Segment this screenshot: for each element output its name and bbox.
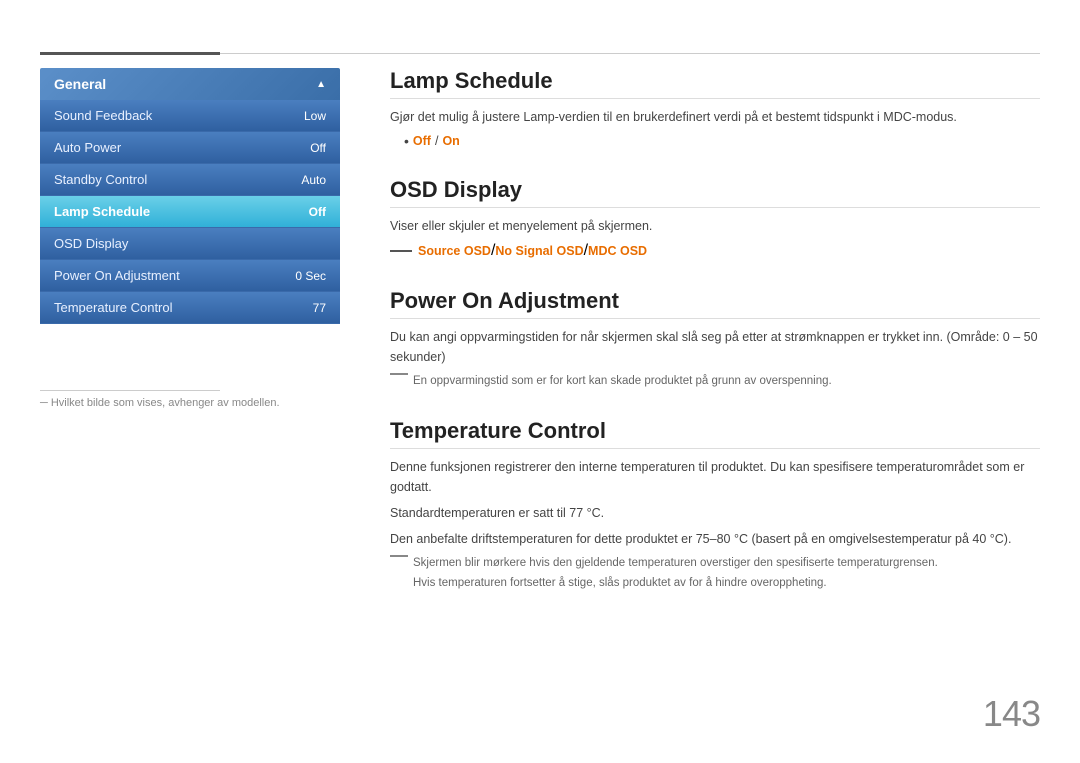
power-on-note: En oppvarmingstid som er for kort kan sk… xyxy=(390,373,1040,390)
sidebar-title-arrow: ▲ xyxy=(316,79,326,90)
top-lines xyxy=(40,52,1040,55)
link-no-signal-osd: No Signal OSD xyxy=(495,244,583,258)
menu-item-temperature-control[interactable]: Temperature Control 77 xyxy=(40,292,340,324)
link-mdc-osd: MDC OSD xyxy=(588,244,647,258)
menu-item-value: Off xyxy=(309,205,326,219)
sidebar-note: ─ Hvilket bilde som vises, avhenger av m… xyxy=(40,390,280,409)
bullet-dot: • xyxy=(404,133,409,149)
sidebar: General ▲ Sound Feedback Low Auto Power … xyxy=(40,68,340,324)
menu-item-lamp-schedule[interactable]: Lamp Schedule Off xyxy=(40,196,340,228)
sidebar-note-divider xyxy=(40,390,220,391)
temperature-control-desc2: Standardtemperaturen er satt til 77 °C. xyxy=(390,503,1040,523)
menu-item-value: Auto xyxy=(301,173,326,187)
link-on: On xyxy=(442,134,459,148)
top-line-dark xyxy=(40,52,220,55)
note-line-prefix xyxy=(390,373,408,375)
menu-item-label: Sound Feedback xyxy=(54,108,152,123)
osd-display-title: OSD Display xyxy=(390,177,1040,208)
menu-item-label: Temperature Control xyxy=(54,300,173,315)
section-power-on-adjustment: Power On Adjustment Du kan angi oppvarmi… xyxy=(390,288,1040,390)
menu-item-value: 77 xyxy=(313,301,326,315)
page-number: 143 xyxy=(983,693,1040,735)
menu-item-sound-feedback[interactable]: Sound Feedback Low xyxy=(40,100,340,132)
temperature-control-desc1: Denne funksjonen registrerer den interne… xyxy=(390,457,1040,497)
temperature-note2-text: Hvis temperaturen fortsetter å stige, sl… xyxy=(413,575,827,592)
menu-item-value: Off xyxy=(310,141,326,155)
note-line-prefix1 xyxy=(390,555,408,557)
menu-item-value: Low xyxy=(304,109,326,123)
osd-display-desc: Viser eller skjuler et menyelement på sk… xyxy=(390,216,1040,236)
temperature-note1-text: Skjermen blir mørkere hvis den gjeldende… xyxy=(413,555,938,572)
power-on-adjustment-desc: Du kan angi oppvarmingstiden for når skj… xyxy=(390,327,1040,367)
sidebar-note-text: ─ Hvilket bilde som vises, avhenger av m… xyxy=(40,397,280,409)
power-on-adjustment-title: Power On Adjustment xyxy=(390,288,1040,319)
menu-item-power-on-adjustment[interactable]: Power On Adjustment 0 Sec xyxy=(40,260,340,292)
temperature-control-title: Temperature Control xyxy=(390,418,1040,449)
menu-item-label: Auto Power xyxy=(54,140,121,155)
temperature-note2: Hvis temperaturen fortsetter å stige, sl… xyxy=(390,575,1040,592)
sidebar-title: General ▲ xyxy=(40,68,340,100)
menu-item-label: Lamp Schedule xyxy=(54,204,150,219)
menu-item-label: Power On Adjustment xyxy=(54,268,180,283)
section-osd-display: OSD Display Viser eller skjuler et menye… xyxy=(390,177,1040,260)
temperature-control-desc3: Den anbefalte driftstemperaturen for det… xyxy=(390,529,1040,549)
lamp-schedule-desc: Gjør det mulig å justere Lamp-verdien ti… xyxy=(390,107,1040,127)
osd-line-prefix xyxy=(390,250,412,252)
separator: / xyxy=(435,134,438,148)
menu-item-standby-control[interactable]: Standby Control Auto xyxy=(40,164,340,196)
main-content: Lamp Schedule Gjør det mulig å justere L… xyxy=(390,68,1040,620)
menu-item-auto-power[interactable]: Auto Power Off xyxy=(40,132,340,164)
power-on-note-text: En oppvarmingstid som er for kort kan sk… xyxy=(413,373,832,390)
link-off: Off xyxy=(413,134,431,148)
menu-item-label: Standby Control xyxy=(54,172,147,187)
menu-item-osd-display[interactable]: OSD Display xyxy=(40,228,340,260)
bullet-item-off-on: • Off / On xyxy=(404,133,1040,149)
temperature-note1: Skjermen blir mørkere hvis den gjeldende… xyxy=(390,555,1040,572)
section-temperature-control: Temperature Control Denne funksjonen reg… xyxy=(390,418,1040,592)
sidebar-title-label: General xyxy=(54,76,106,92)
menu-item-label: OSD Display xyxy=(54,236,128,251)
osd-links: Source OSD / No Signal OSD / MDC OSD xyxy=(390,242,1040,260)
top-line-light xyxy=(220,53,1040,54)
lamp-schedule-bullets: • Off / On xyxy=(404,133,1040,149)
lamp-schedule-title: Lamp Schedule xyxy=(390,68,1040,99)
link-source-osd: Source OSD xyxy=(418,244,491,258)
menu-item-value: 0 Sec xyxy=(295,269,326,283)
section-lamp-schedule: Lamp Schedule Gjør det mulig å justere L… xyxy=(390,68,1040,149)
